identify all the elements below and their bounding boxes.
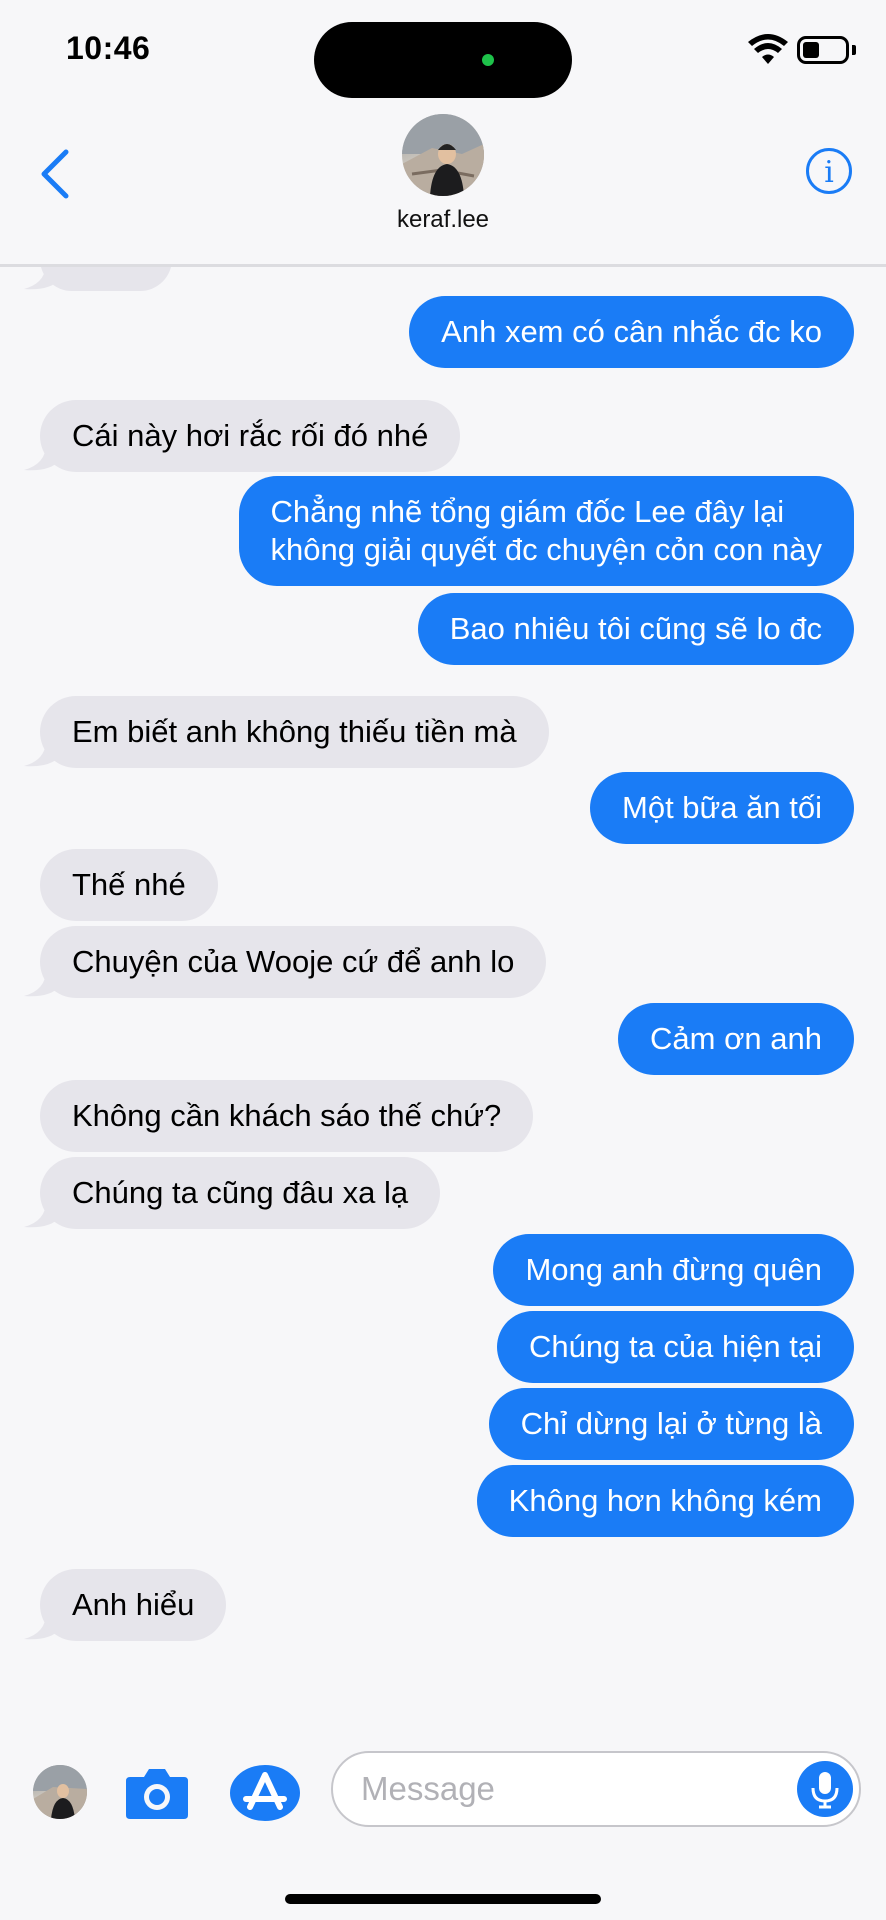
incoming-message-bubble[interactable]: Thế nhé bbox=[40, 849, 218, 921]
contact-name[interactable]: keraf.lee bbox=[0, 206, 886, 234]
outgoing-message-bubble[interactable]: Cảm ơn anh bbox=[618, 1003, 854, 1075]
back-chevron-icon[interactable] bbox=[36, 146, 76, 202]
incoming-message-bubble[interactable]: Chuyện của Wooje cứ để anh lo bbox=[40, 926, 547, 998]
bubble-tail bbox=[24, 740, 60, 767]
microphone-icon bbox=[811, 1772, 839, 1809]
message-input[interactable] bbox=[361, 1769, 781, 1809]
status-bar: 10:46 bbox=[0, 0, 886, 100]
contact-avatar[interactable] bbox=[402, 114, 484, 196]
bubble-tail bbox=[24, 267, 60, 290]
outgoing-message-bubble[interactable]: Bao nhiêu tôi cũng sẽ lo đc bbox=[417, 593, 854, 665]
incoming-message-bubble[interactable]: Không cần khách sáo thế chứ? bbox=[40, 1080, 534, 1152]
outgoing-message-bubble[interactable]: Một bữa ăn tối bbox=[590, 772, 854, 844]
composer-bar bbox=[0, 1727, 886, 1920]
battery-icon bbox=[797, 36, 849, 64]
dynamic-island bbox=[314, 22, 572, 98]
info-icon: i bbox=[824, 155, 834, 190]
camera-icon[interactable] bbox=[124, 1765, 190, 1821]
bubble-tail bbox=[24, 1201, 60, 1228]
incoming-message-bubble[interactable]: Em biết anh không thiếu tiền mà bbox=[40, 696, 549, 768]
incoming-message-bubble[interactable]: Chúng ta cũng đâu xa lạ bbox=[40, 1157, 441, 1229]
status-time: 10:46 bbox=[66, 30, 151, 66]
outgoing-message-bubble[interactable]: Mong anh đừng quên bbox=[493, 1234, 854, 1306]
home-indicator bbox=[285, 1894, 601, 1904]
info-button[interactable]: i bbox=[806, 148, 852, 194]
bubble-tail bbox=[24, 970, 60, 997]
outgoing-message-bubble[interactable]: Chẳng nhẽ tổng giám đốc Lee đây lại khôn… bbox=[238, 476, 854, 586]
incoming-message-bubble[interactable]: Cái này hơi rắc rối đó nhé bbox=[40, 400, 461, 472]
mic-button[interactable] bbox=[797, 1761, 853, 1817]
message-field[interactable] bbox=[331, 1751, 861, 1827]
outgoing-message-bubble[interactable]: Chỉ dừng lại ở từng là bbox=[488, 1388, 854, 1460]
camera-indicator-icon bbox=[482, 54, 494, 66]
outgoing-message-bubble[interactable]: Không hơn không kém bbox=[476, 1465, 854, 1537]
wifi-icon bbox=[748, 34, 788, 64]
incoming-message-bubble[interactable]: Anh hiểu bbox=[40, 1569, 227, 1641]
outgoing-message-bubble[interactable]: Anh xem có cân nhắc đc ko bbox=[409, 296, 854, 368]
outgoing-message-bubble[interactable]: Chúng ta của hiện tại bbox=[497, 1311, 854, 1383]
app-store-icon[interactable] bbox=[228, 1763, 302, 1823]
memoji-avatar-button[interactable] bbox=[33, 1765, 87, 1819]
bubble-tail bbox=[24, 1613, 60, 1640]
conversation-header: keraf.lee i bbox=[0, 100, 886, 266]
message-thread: Anh xem có cân nhắc đc ko Cái này hơi rắc… bbox=[0, 267, 886, 1727]
bubble-tail bbox=[24, 444, 60, 471]
